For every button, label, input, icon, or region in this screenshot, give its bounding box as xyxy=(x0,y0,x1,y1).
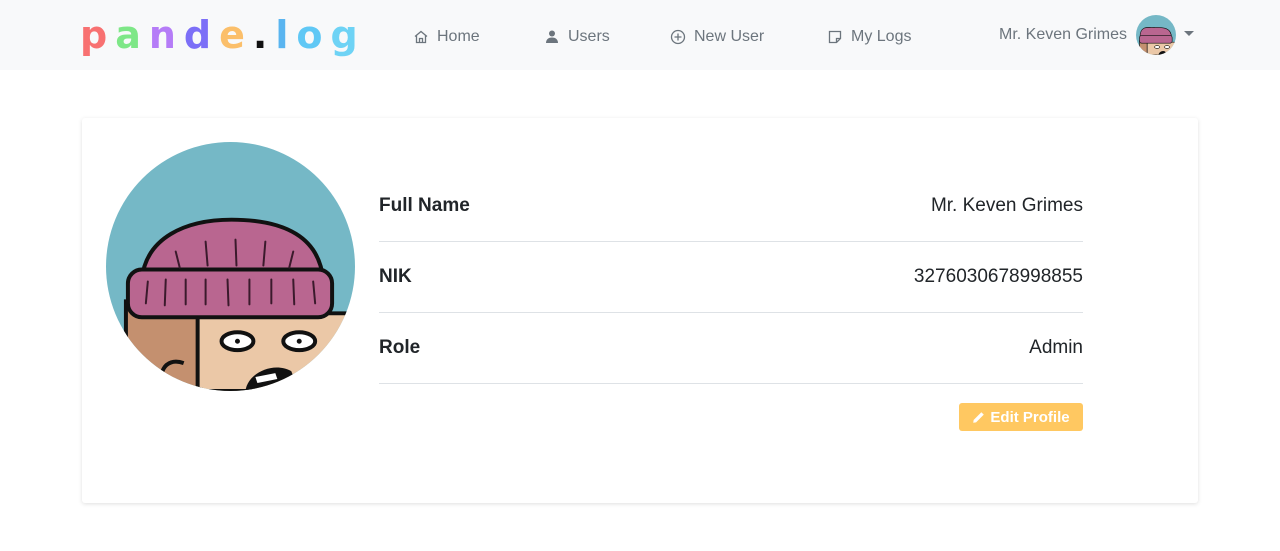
edit-profile-button[interactable]: Edit Profile xyxy=(959,403,1083,431)
plus-circle-icon xyxy=(670,29,686,45)
user-icon xyxy=(546,30,558,43)
profile-avatar xyxy=(106,142,355,391)
edit-profile-label: Edit Profile xyxy=(990,408,1070,426)
note-icon xyxy=(828,30,842,44)
user-menu-name: Mr. Keven Grimes xyxy=(999,26,1128,43)
pencil-icon xyxy=(973,411,985,423)
brand-letter: o xyxy=(296,13,331,57)
brand-letter: p xyxy=(80,13,116,57)
caret-down-icon xyxy=(1184,30,1195,36)
brand-letter: g xyxy=(330,13,366,57)
nav-home[interactable]: Home xyxy=(413,26,480,48)
nav-home-label: Home xyxy=(437,28,480,45)
avatar xyxy=(1136,15,1177,55)
brand-letter: a xyxy=(115,13,149,57)
profile-value: Mr. Keven Grimes xyxy=(930,195,1083,216)
brand-letter: . xyxy=(252,13,276,57)
nav-new-user-label: New User xyxy=(694,28,765,45)
profile-label: NIK xyxy=(379,266,412,287)
profile-row-nik: NIK 3276030678998855 xyxy=(379,242,1083,313)
profile-label: Full Name xyxy=(379,195,470,216)
profile-label: Role xyxy=(379,337,421,358)
brand-letter: d xyxy=(183,13,220,57)
profile-value: 3276030678998855 xyxy=(913,266,1083,287)
brand-letter: l xyxy=(275,13,297,57)
home-icon xyxy=(414,30,428,44)
nav-users-label: Users xyxy=(568,28,610,45)
navbar: p a n d e . l o g Home Users New User My… xyxy=(0,0,1280,70)
brand-letter: e xyxy=(219,13,253,57)
brand-logo[interactable]: p a n d e . l o g xyxy=(80,12,366,58)
profile-row-full-name: Full Name Mr. Keven Grimes xyxy=(379,171,1083,242)
nav-users[interactable]: Users xyxy=(544,26,610,48)
profile-card: Full Name Mr. Keven Grimes NIK 327603067… xyxy=(82,118,1198,503)
profile-row-role: Role Admin xyxy=(379,313,1083,384)
profile-value: Admin xyxy=(1029,337,1083,358)
brand-letter: n xyxy=(148,13,184,57)
nav-my-logs[interactable]: My Logs xyxy=(827,26,911,48)
user-menu-dropdown[interactable]: Mr. Keven Grimes xyxy=(999,14,1195,56)
nav-my-logs-label: My Logs xyxy=(851,28,912,45)
nav-new-user[interactable]: New User xyxy=(670,26,764,48)
